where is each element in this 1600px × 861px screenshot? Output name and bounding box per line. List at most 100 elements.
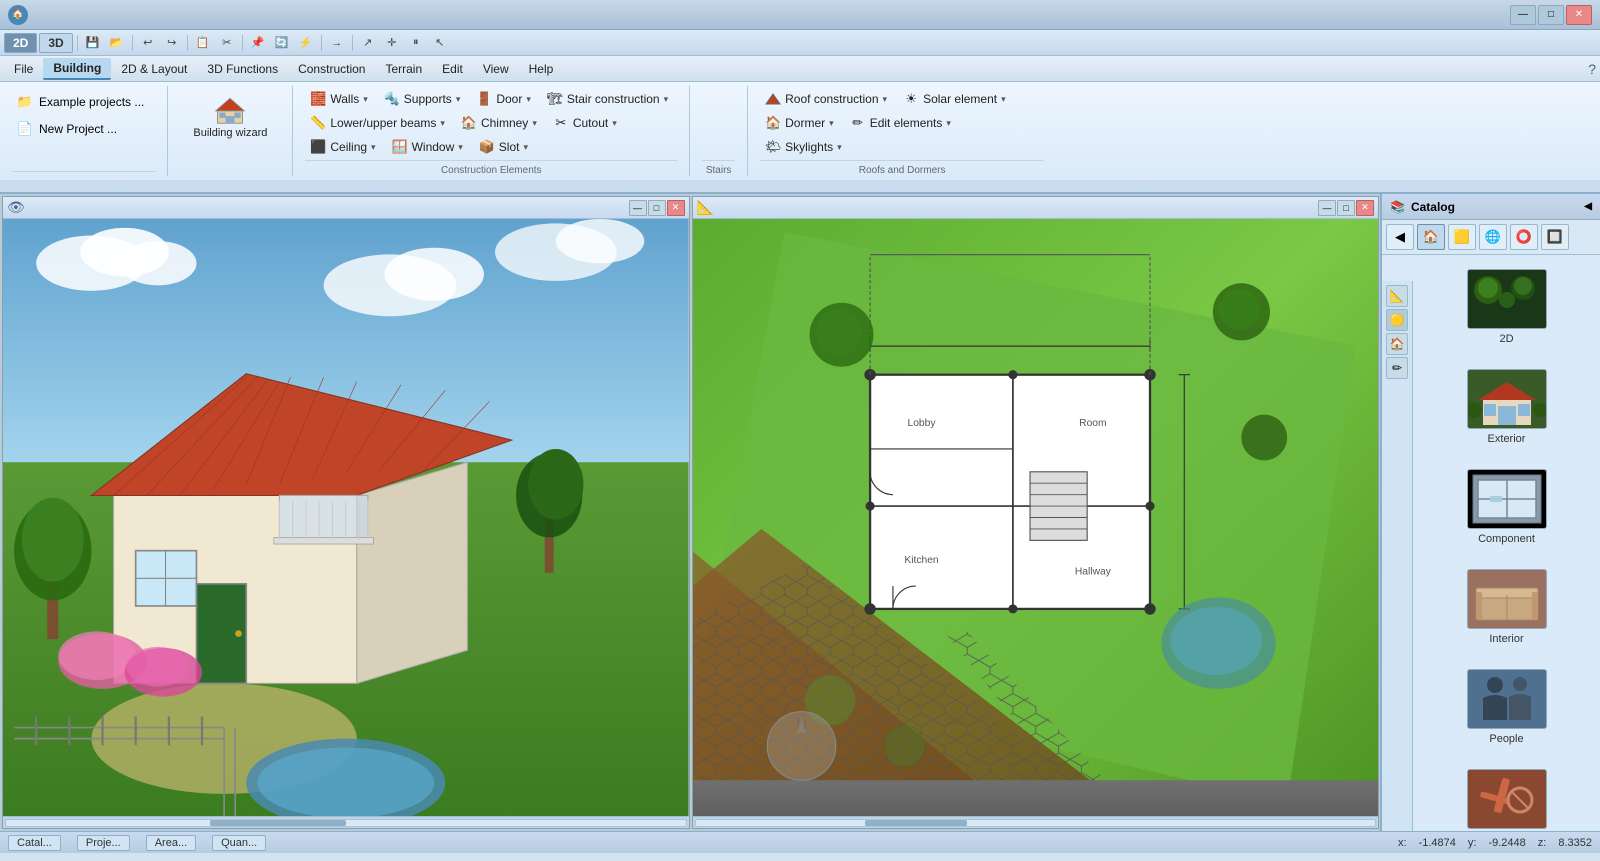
slot-button[interactable]: 📦 Slot ▾: [474, 136, 537, 158]
qa-pause-button[interactable]: ⏸: [405, 33, 427, 53]
stair-construction-button[interactable]: 🏗 Stair construction ▾: [542, 88, 677, 110]
example-projects-label: Example projects ...: [39, 95, 144, 109]
viewport-3d-content[interactable]: [3, 219, 689, 816]
solar-element-button[interactable]: ☀ Solar element ▾: [898, 88, 1015, 110]
qa-save-button[interactable]: 💾: [82, 33, 104, 53]
catalog-item-interior[interactable]: Interior: [1421, 563, 1592, 651]
menu-file[interactable]: File: [4, 59, 43, 79]
viewport-2d-minimize[interactable]: —: [1318, 200, 1336, 216]
menu-view[interactable]: View: [473, 59, 519, 79]
ribbon-group-label-stairs: Stairs: [702, 160, 735, 176]
catalog-tool-back[interactable]: ◀: [1386, 224, 1414, 250]
catalog-tool-house[interactable]: 🏠: [1417, 224, 1445, 250]
chimney-button[interactable]: 🏠 Chimney ▾: [456, 112, 546, 134]
viewport-2d-scrollbar[interactable]: [693, 816, 1379, 828]
roof-construction-icon: [765, 91, 781, 107]
viewport-3d-close[interactable]: ✕: [667, 200, 685, 216]
close-button[interactable]: ✕: [1566, 5, 1592, 25]
catalog-item-exterior[interactable]: Exterior: [1421, 363, 1592, 451]
catalog-side-icon-1[interactable]: 📐: [1386, 285, 1408, 307]
beams-arrow: ▾: [440, 118, 445, 129]
viewport-2d-scene: Lobby Room Kitchen Hallway: [693, 219, 1379, 816]
solar-icon: ☀: [903, 91, 919, 107]
roof-construction-button[interactable]: Roof construction ▾: [760, 88, 896, 110]
viewport-2d-maximize[interactable]: □: [1337, 200, 1355, 216]
door-button[interactable]: 🚪 Door ▾: [471, 88, 540, 110]
skylights-button[interactable]: 🌤 Skylights ▾: [760, 136, 851, 158]
catalog-item-misc[interactable]: Misc: [1421, 763, 1592, 831]
scroll-track-2d[interactable]: [695, 819, 1377, 827]
minimize-button[interactable]: —: [1510, 5, 1536, 25]
cutout-button[interactable]: ✂ Cutout ▾: [548, 112, 626, 134]
roofs-row-1: Roof construction ▾ ☀ Solar element ▾: [760, 88, 1015, 110]
supports-button[interactable]: 🔩 Supports ▾: [379, 88, 470, 110]
catalog-tool-circle[interactable]: ⭕: [1510, 224, 1538, 250]
catalog-item-2d[interactable]: 2D: [1421, 263, 1592, 351]
catalog-item-people[interactable]: People: [1421, 663, 1592, 751]
ribbon-row-3: ⬛ Ceiling ▾ 🪟 Window ▾ 📦 Slot ▾: [305, 136, 677, 158]
qa-arrow-button[interactable]: →: [326, 33, 348, 53]
qa-cursor-button[interactable]: ↖: [429, 33, 451, 53]
qa-rotate-button[interactable]: 🔄: [271, 33, 293, 53]
scroll-thumb[interactable]: [210, 820, 346, 826]
viewport-3d-minimize[interactable]: —: [629, 200, 647, 216]
qa-select-button[interactable]: ↗: [357, 33, 379, 53]
catalog-tool-layer[interactable]: 🟨: [1448, 224, 1476, 250]
status-project-button[interactable]: Proje...: [77, 835, 130, 851]
mode-3d-button[interactable]: 3D: [39, 33, 72, 53]
cutout-label: Cutout: [573, 116, 608, 130]
menu-construction[interactable]: Construction: [288, 59, 375, 79]
qa-cut-button[interactable]: ✂: [216, 33, 238, 53]
building-wizard-button[interactable]: Building wizard: [180, 86, 280, 146]
catalog-item-component[interactable]: Component: [1421, 463, 1592, 551]
status-area-button[interactable]: Area...: [146, 835, 196, 851]
ceiling-button[interactable]: ⬛ Ceiling ▾: [305, 136, 384, 158]
qa-flash-button[interactable]: ⚡: [295, 33, 317, 53]
viewport-2d-content[interactable]: Lobby Room Kitchen Hallway: [693, 219, 1379, 816]
title-bar-actions: — □ ✕: [1510, 5, 1592, 25]
lower-upper-beams-button[interactable]: 📏 Lower/upper beams ▾: [305, 112, 454, 134]
qa-open-button[interactable]: 📂: [106, 33, 128, 53]
catalog-tool-grid[interactable]: 🔲: [1541, 224, 1569, 250]
catalog-side-icon-4[interactable]: ✏: [1386, 357, 1408, 379]
qa-redo-button[interactable]: ↪: [161, 33, 183, 53]
viewport-2d-close[interactable]: ✕: [1356, 200, 1374, 216]
menu-terrain[interactable]: Terrain: [375, 59, 432, 79]
menu-2d-layout[interactable]: 2D & Layout: [111, 59, 197, 79]
dormer-button[interactable]: 🏠 Dormer ▾: [760, 112, 843, 134]
qa-copy-button[interactable]: 📋: [192, 33, 214, 53]
window-button[interactable]: 🪟 Window ▾: [387, 136, 472, 158]
status-quantity-button[interactable]: Quan...: [212, 835, 266, 851]
catalog-label-component: Component: [1478, 533, 1535, 545]
status-section-area: Area...: [146, 835, 196, 851]
catalog-icon: 📚: [1390, 200, 1405, 214]
qa-move-button[interactable]: ✛: [381, 33, 403, 53]
walls-icon: 🧱: [310, 91, 326, 107]
beams-label: Lower/upper beams: [330, 116, 436, 130]
edit-elements-button[interactable]: ✏ Edit elements ▾: [845, 112, 960, 134]
viewport-3d-scrollbar[interactable]: [3, 816, 689, 828]
mode-2d-button[interactable]: 2D: [4, 33, 37, 53]
catalog-tool-globe[interactable]: 🌐: [1479, 224, 1507, 250]
menu-help[interactable]: Help: [519, 59, 564, 79]
main-content: 👁 — □ ✕: [0, 194, 1600, 831]
help-icon[interactable]: ?: [1588, 61, 1596, 77]
catalog-side-icon-2[interactable]: 🟡: [1386, 309, 1408, 331]
menu-3d-functions[interactable]: 3D Functions: [197, 59, 288, 79]
viewport-3d-maximize[interactable]: □: [648, 200, 666, 216]
scroll-track[interactable]: [5, 819, 687, 827]
menu-building[interactable]: Building: [43, 58, 111, 80]
menu-edit[interactable]: Edit: [432, 59, 473, 79]
qa-undo-button[interactable]: ↩: [137, 33, 159, 53]
maximize-button[interactable]: □: [1538, 5, 1564, 25]
qa-separator-2: [132, 35, 133, 51]
example-projects-button[interactable]: 📁 Example projects ...: [12, 90, 155, 114]
walls-button[interactable]: 🧱 Walls ▾: [305, 88, 376, 110]
scroll-thumb-2d[interactable]: [865, 820, 967, 826]
status-catalog-button[interactable]: Catal...: [8, 835, 61, 851]
qa-pin-button[interactable]: 📌: [247, 33, 269, 53]
catalog-resize-icon[interactable]: ◀: [1584, 201, 1592, 212]
catalog-side-icon-3[interactable]: 🏠: [1386, 333, 1408, 355]
qa-separator-4: [242, 35, 243, 51]
new-project-button[interactable]: 📄 New Project ...: [12, 117, 155, 141]
